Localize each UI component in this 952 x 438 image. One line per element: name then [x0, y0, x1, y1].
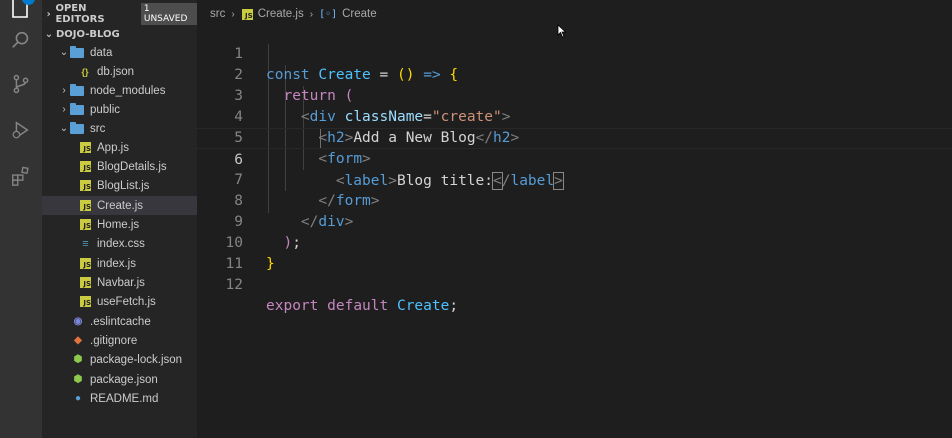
tree-item-label: package.json: [90, 373, 158, 386]
js-file-icon: JS: [80, 180, 91, 191]
folder-icon: [70, 102, 84, 115]
chevron-down-icon: ⌄: [44, 28, 54, 40]
tree-file-blogdetails-js[interactable]: JS BlogDetails.js: [42, 157, 197, 176]
code-line[interactable]: 8 </div>: [197, 170, 952, 230]
code-line[interactable]: 5 <form>: [197, 107, 952, 167]
js-file-icon: JS: [80, 277, 91, 288]
tree-item-label: index.css: [97, 237, 145, 250]
code-line[interactable]: 2 return (: [197, 44, 952, 104]
tree-file-eslintcache[interactable]: ◉ .eslintcache: [42, 312, 197, 331]
code-text: export default Create;: [266, 298, 459, 314]
js-file-icon: JS: [80, 200, 91, 211]
tree-item-label: BlogList.js: [97, 179, 150, 192]
tree-item-label: node_modules: [90, 84, 166, 97]
unsaved-badge: 1 UNSAVED: [140, 3, 197, 25]
json-file-icon: {}: [81, 66, 89, 77]
code-line[interactable]: 3 <div className="create">: [197, 65, 952, 125]
tree-file-bloglist-js[interactable]: JS BlogList.js: [42, 176, 197, 195]
folder-icon: [70, 83, 84, 96]
explorer-icon[interactable]: 1: [5, 0, 37, 24]
code-line[interactable]: 10 }: [197, 212, 952, 272]
activity-bar: 1: [0, 0, 42, 438]
js-file-icon: JS: [80, 219, 91, 230]
cache-file-icon: ◉: [73, 316, 83, 327]
chevron-right-icon: ›: [309, 8, 314, 20]
tree-item-label: src: [90, 122, 106, 135]
tree-item-label: Create.js: [97, 199, 144, 212]
code-line-current[interactable]: 6 <label>Blog title:</label>: [197, 128, 952, 190]
tree-item-label: Navbar.js: [97, 276, 145, 289]
tree-file-app-js[interactable]: JS App.js: [42, 138, 197, 157]
open-editors-header[interactable]: › OPEN EDITORS 1 UNSAVED: [42, 3, 197, 25]
tree-item-label: BlogDetails.js: [97, 160, 167, 173]
tree-file-create-js[interactable]: JS Create.js: [42, 196, 197, 215]
node-file-icon: ⬢: [73, 354, 83, 365]
js-file-icon: JS: [80, 258, 91, 269]
tree-item-label: index.js: [97, 257, 136, 270]
line-number: 12: [225, 277, 243, 293]
code-line[interactable]: 12 export default Create;: [197, 254, 952, 314]
project-header[interactable]: ⌄ DOJO-BLOG: [42, 24, 197, 44]
tree-folder-data[interactable]: ⌄ data: [42, 43, 197, 62]
symbol-icon: [◦]: [319, 8, 338, 20]
chevron-down-icon: ⌄: [59, 47, 69, 58]
js-file-icon: JS: [80, 296, 91, 307]
chevron-right-icon: ›: [62, 104, 66, 115]
tree-item-label: data: [90, 46, 113, 59]
js-file-icon: JS: [241, 8, 253, 20]
tree-file-gitignore[interactable]: ◆ .gitignore: [42, 331, 197, 350]
tree-item-label: App.js: [97, 141, 129, 154]
breadcrumb-symbol[interactable]: Create: [342, 8, 377, 20]
folder-open-icon: [70, 45, 84, 58]
extensions-icon[interactable]: [5, 160, 37, 192]
node-file-icon: ⬢: [73, 374, 83, 385]
mouse-cursor-icon: [557, 24, 567, 38]
run-debug-icon[interactable]: [5, 114, 37, 146]
code-editor[interactable]: src › JS Create.js › [◦] Create 1 const …: [197, 0, 952, 438]
code-line[interactable]: 9 );: [197, 191, 952, 251]
tree-file-package-json[interactable]: ⬢ package.json: [42, 370, 197, 389]
chevron-right-icon: ›: [62, 85, 66, 96]
source-control-icon[interactable]: [5, 68, 37, 100]
code-line[interactable]: 7 </form>: [197, 149, 952, 209]
tree-folder-src[interactable]: ⌄ src: [42, 119, 197, 138]
tree-file-index-css[interactable]: ≡ index.css: [42, 234, 197, 253]
breadcrumb: src › JS Create.js › [◦] Create: [210, 6, 377, 22]
code-line[interactable]: 1 const Create = () => {: [197, 23, 952, 83]
tree-item-label: Home.js: [97, 218, 140, 231]
chevron-right-icon: ›: [46, 8, 51, 20]
tree-file-navbar-js[interactable]: JS Navbar.js: [42, 273, 197, 292]
search-icon[interactable]: [5, 24, 37, 56]
breadcrumb-file[interactable]: Create.js: [258, 8, 304, 20]
tree-folder-public[interactable]: › public: [42, 100, 197, 119]
tree-file-readme-md[interactable]: ● README.md: [42, 389, 197, 408]
tree-file-usefetch-js[interactable]: JS useFetch.js: [42, 292, 197, 311]
js-file-icon: JS: [80, 142, 91, 153]
tree-file-home-js[interactable]: JS Home.js: [42, 215, 197, 234]
tree-item-label: useFetch.js: [97, 295, 156, 308]
tree-item-label: db.json: [97, 65, 135, 78]
tree-item-label: .gitignore: [90, 334, 138, 347]
info-file-icon: ●: [74, 393, 82, 404]
chevron-right-icon: ›: [231, 8, 235, 20]
code-line[interactable]: 4 <h2>Add a New Blog</h2>: [197, 86, 952, 146]
git-file-icon: ◆: [74, 335, 82, 346]
tree-folder-node-modules[interactable]: › node_modules: [42, 81, 197, 100]
js-file-icon: JS: [80, 161, 91, 172]
chevron-down-icon: ⌄: [59, 123, 69, 134]
tree-item-label: public: [90, 103, 121, 116]
explorer-sidebar: › OPEN EDITORS 1 UNSAVED ⌄ DOJO-BLOG ⌄ d…: [42, 0, 197, 438]
project-label: DOJO-BLOG: [56, 28, 120, 40]
tree-file-index-js[interactable]: JS index.js: [42, 254, 197, 273]
tree-item-label: .eslintcache: [90, 315, 151, 328]
code-line[interactable]: 11: [197, 233, 952, 272]
tree-file-package-lock-json[interactable]: ⬢ package-lock.json: [42, 350, 197, 369]
folder-open-icon: [70, 121, 84, 134]
tree-file-db-json[interactable]: {} db.json: [42, 62, 197, 81]
tree-item-label: package-lock.json: [90, 353, 183, 366]
tree-item-label: README.md: [90, 392, 159, 405]
breadcrumb-folder[interactable]: src: [210, 8, 225, 20]
open-editors-label: OPEN EDITORS: [55, 3, 105, 25]
css-file-icon: ≡: [82, 237, 89, 250]
